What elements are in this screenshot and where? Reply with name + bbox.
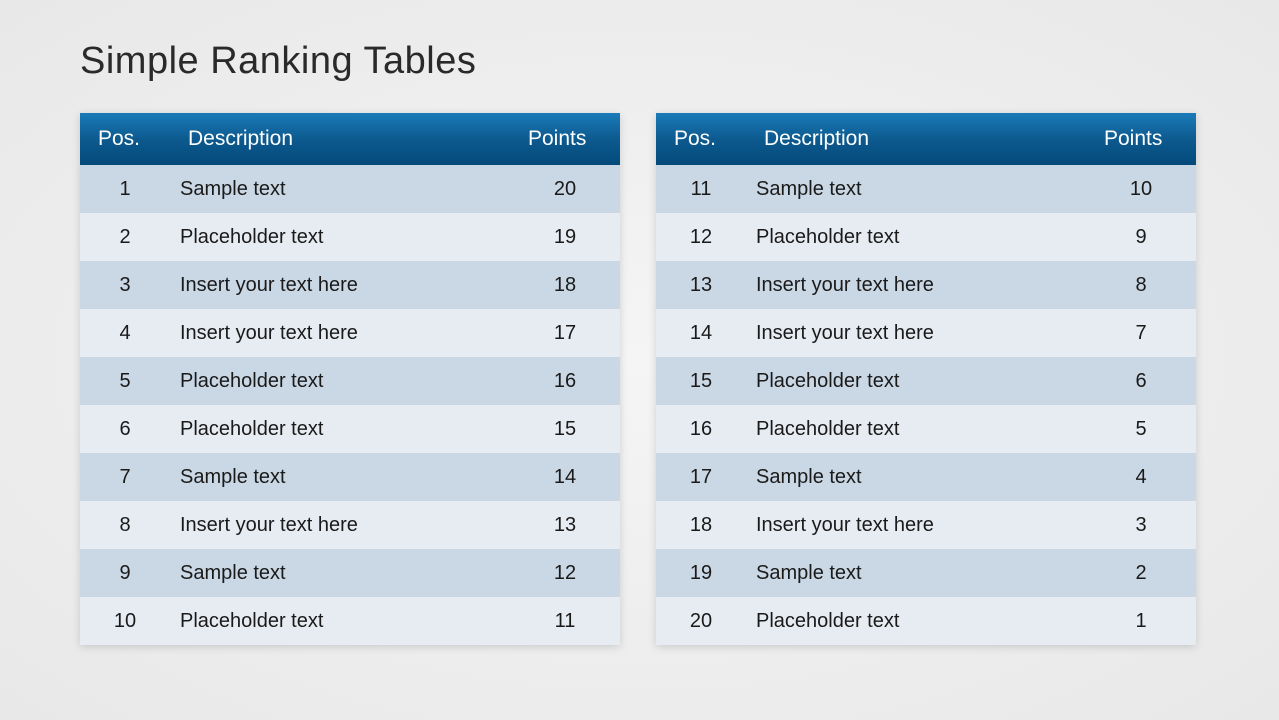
table-header: Pos. Description Points	[656, 113, 1196, 165]
cell-points: 9	[1086, 226, 1196, 249]
table-row: 2Placeholder text19	[80, 213, 620, 261]
cell-desc: Insert your text here	[746, 274, 1086, 297]
cell-points: 14	[510, 466, 620, 489]
cell-points: 3	[1086, 514, 1196, 537]
cell-desc: Insert your text here	[170, 274, 510, 297]
cell-points: 2	[1086, 562, 1196, 585]
table-row: 11Sample text10	[656, 165, 1196, 213]
cell-points: 13	[510, 514, 620, 537]
cell-points: 16	[510, 370, 620, 393]
cell-desc: Insert your text here	[746, 322, 1086, 345]
cell-pos: 8	[80, 514, 170, 537]
table-row: 14Insert your text here7	[656, 309, 1196, 357]
cell-pos: 14	[656, 322, 746, 345]
cell-desc: Insert your text here	[746, 514, 1086, 537]
cell-pos: 4	[80, 322, 170, 345]
table-row: 15Placeholder text6	[656, 357, 1196, 405]
cell-pos: 12	[656, 226, 746, 249]
cell-pos: 2	[80, 226, 170, 249]
cell-points: 4	[1086, 466, 1196, 489]
cell-pos: 10	[80, 610, 170, 633]
table-row: 18Insert your text here3	[656, 501, 1196, 549]
header-pos: Pos.	[656, 127, 746, 151]
tables-container: Pos. Description Points 1Sample text20 2…	[80, 113, 1199, 645]
page-title: Simple Ranking Tables	[80, 40, 1199, 83]
table-row: 4Insert your text here17	[80, 309, 620, 357]
cell-desc: Sample text	[746, 562, 1086, 585]
cell-desc: Sample text	[170, 178, 510, 201]
cell-desc: Insert your text here	[170, 322, 510, 345]
table-row: 1Sample text20	[80, 165, 620, 213]
table-row: 7Sample text14	[80, 453, 620, 501]
cell-pos: 16	[656, 418, 746, 441]
cell-points: 17	[510, 322, 620, 345]
cell-pos: 11	[656, 178, 746, 201]
cell-desc: Placeholder text	[170, 370, 510, 393]
header-points: Points	[510, 127, 620, 151]
cell-points: 5	[1086, 418, 1196, 441]
cell-points: 10	[1086, 178, 1196, 201]
ranking-table-left: Pos. Description Points 1Sample text20 2…	[80, 113, 620, 645]
cell-desc: Placeholder text	[170, 610, 510, 633]
header-points: Points	[1086, 127, 1196, 151]
header-pos: Pos.	[80, 127, 170, 151]
cell-points: 8	[1086, 274, 1196, 297]
table-row: 12Placeholder text9	[656, 213, 1196, 261]
cell-points: 11	[510, 610, 620, 633]
table-row: 13Insert your text here8	[656, 261, 1196, 309]
cell-desc: Sample text	[746, 178, 1086, 201]
table-row: 6Placeholder text15	[80, 405, 620, 453]
cell-desc: Sample text	[170, 466, 510, 489]
cell-pos: 17	[656, 466, 746, 489]
table-row: 20Placeholder text1	[656, 597, 1196, 645]
cell-pos: 19	[656, 562, 746, 585]
cell-points: 12	[510, 562, 620, 585]
table-row: 10Placeholder text11	[80, 597, 620, 645]
cell-points: 15	[510, 418, 620, 441]
cell-desc: Placeholder text	[746, 418, 1086, 441]
cell-pos: 5	[80, 370, 170, 393]
cell-desc: Sample text	[170, 562, 510, 585]
cell-pos: 15	[656, 370, 746, 393]
cell-pos: 6	[80, 418, 170, 441]
table-row: 5Placeholder text16	[80, 357, 620, 405]
ranking-table-right: Pos. Description Points 11Sample text10 …	[656, 113, 1196, 645]
cell-pos: 13	[656, 274, 746, 297]
header-desc: Description	[746, 127, 1086, 151]
cell-pos: 20	[656, 610, 746, 633]
cell-pos: 3	[80, 274, 170, 297]
table-header: Pos. Description Points	[80, 113, 620, 165]
cell-desc: Insert your text here	[170, 514, 510, 537]
table-row: 8Insert your text here13	[80, 501, 620, 549]
cell-points: 6	[1086, 370, 1196, 393]
header-desc: Description	[170, 127, 510, 151]
cell-points: 18	[510, 274, 620, 297]
table-row: 9Sample text12	[80, 549, 620, 597]
cell-points: 7	[1086, 322, 1196, 345]
table-row: 16Placeholder text5	[656, 405, 1196, 453]
cell-pos: 9	[80, 562, 170, 585]
cell-desc: Placeholder text	[746, 370, 1086, 393]
table-row: 17Sample text4	[656, 453, 1196, 501]
cell-points: 20	[510, 178, 620, 201]
cell-points: 19	[510, 226, 620, 249]
cell-desc: Placeholder text	[746, 226, 1086, 249]
table-row: 19Sample text2	[656, 549, 1196, 597]
slide: Simple Ranking Tables Pos. Description P…	[0, 0, 1279, 720]
cell-desc: Placeholder text	[170, 226, 510, 249]
cell-pos: 18	[656, 514, 746, 537]
cell-points: 1	[1086, 610, 1196, 633]
table-row: 3Insert your text here18	[80, 261, 620, 309]
cell-desc: Sample text	[746, 466, 1086, 489]
cell-desc: Placeholder text	[746, 610, 1086, 633]
cell-pos: 1	[80, 178, 170, 201]
cell-desc: Placeholder text	[170, 418, 510, 441]
cell-pos: 7	[80, 466, 170, 489]
